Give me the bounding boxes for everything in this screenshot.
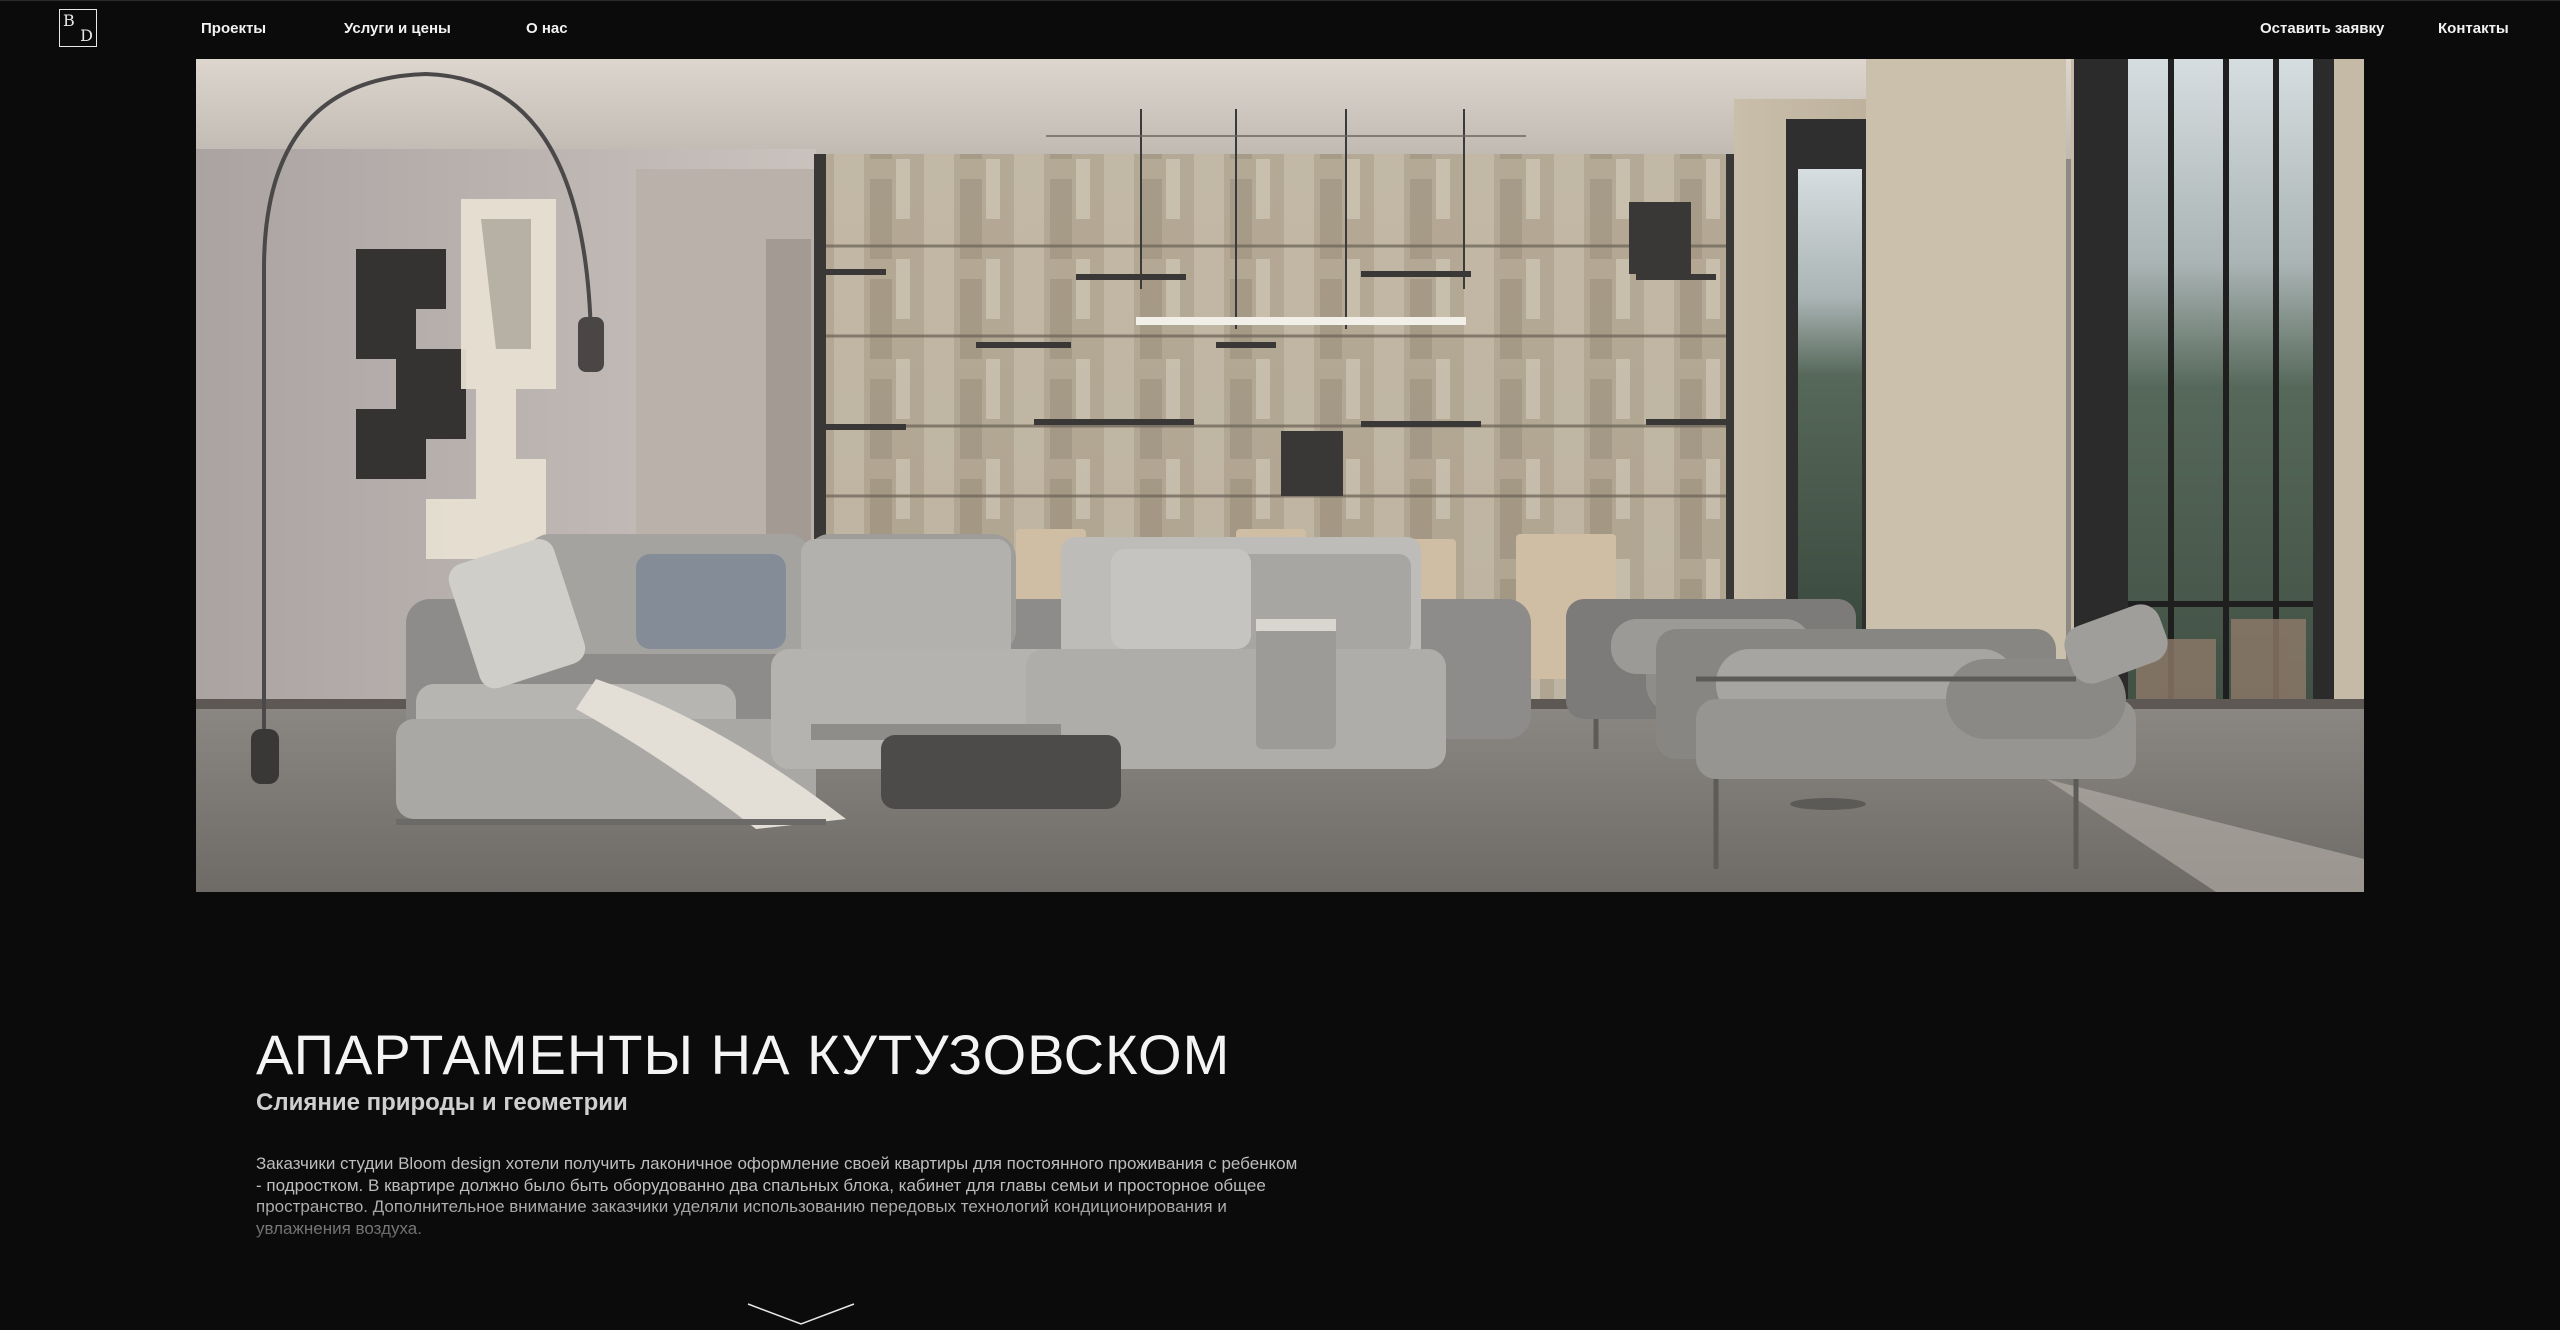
logo-letter-bottom: D — [80, 26, 93, 45]
hero-image — [196, 59, 2364, 892]
project-title: АПАРТАМЕНТЫ НА КУТУЗОВСКОМ — [256, 1023, 1231, 1086]
logo-letter-top: B — [63, 11, 75, 30]
nav-link-contacts[interactable]: Контакты — [2438, 20, 2509, 37]
logo[interactable]: B D — [59, 9, 97, 47]
nav-link-services[interactable]: Услуги и цены — [344, 20, 451, 37]
project-subtitle: Слияние природы и геометрии — [256, 1089, 628, 1116]
interior-illustration — [196, 59, 2364, 892]
request-button[interactable]: Оставить заявку — [2260, 20, 2384, 37]
chevron-down-icon[interactable] — [746, 1302, 856, 1325]
nav-link-projects[interactable]: Проекты — [201, 20, 266, 37]
top-navigation-bar: B D Проекты Услуги и цены О нас Оставить… — [0, 0, 2560, 59]
nav-link-about[interactable]: О нас — [526, 20, 568, 37]
project-description: Заказчики студии Bloom design хотели пол… — [256, 1154, 1298, 1238]
